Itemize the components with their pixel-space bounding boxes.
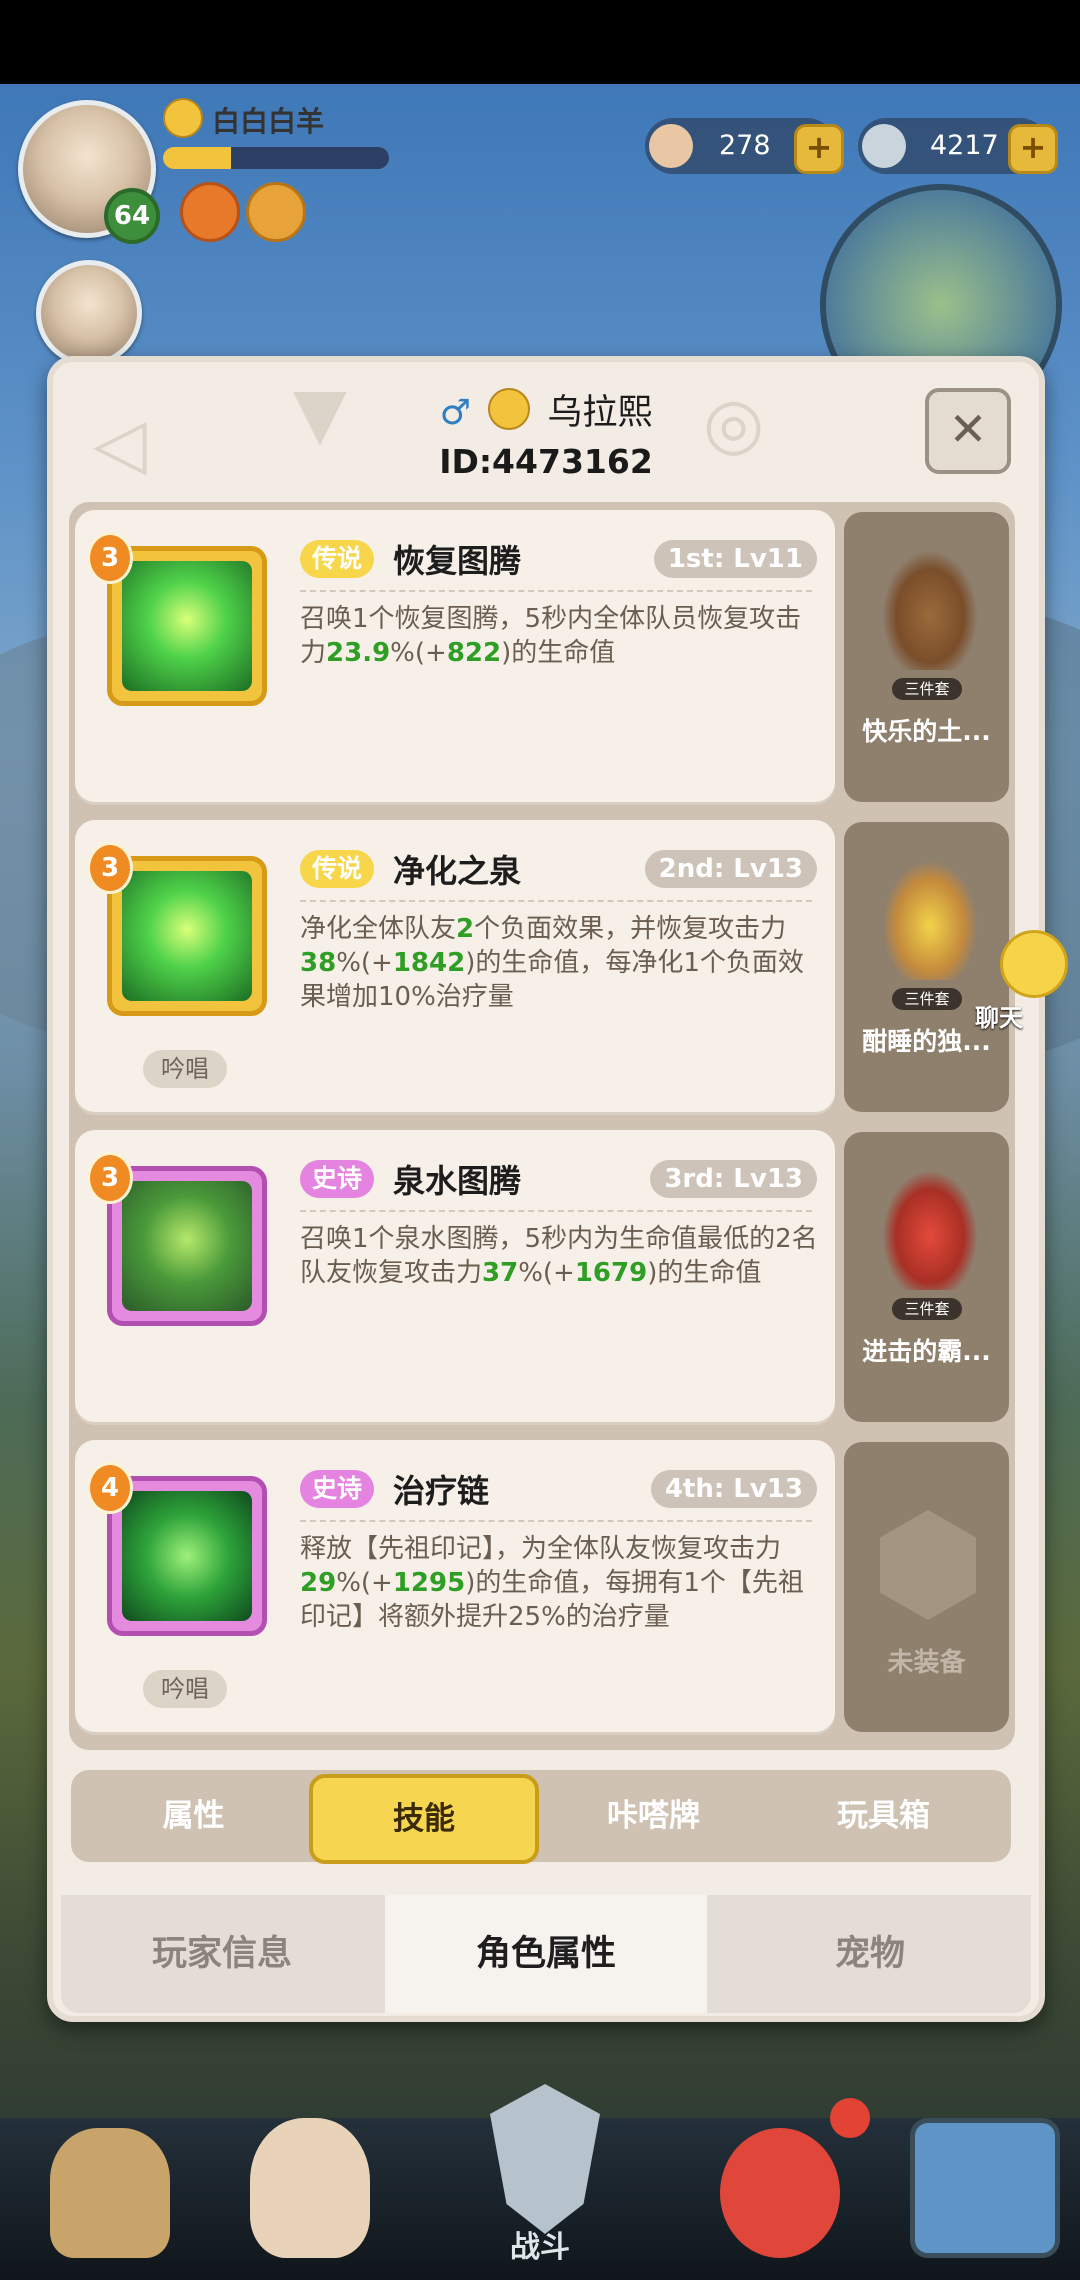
battle-shield-icon <box>490 2084 600 2234</box>
skill-slot-level: 4th: Lv13 <box>650 1470 817 1508</box>
skill-description: 净化全体队友2个负面效果，并恢复攻击力38%(+1842)的生命值，每净化1个负… <box>300 914 804 1012</box>
chat-label: 聊天 <box>975 1004 1023 1032</box>
equipment-set-slot[interactable]: 三件套 快乐的土... <box>844 512 1009 802</box>
tab-skills[interactable]: 技能 <box>309 1774 539 1864</box>
unequipped-label: 未装备 <box>887 1648 966 1678</box>
shell-icon <box>649 124 693 168</box>
skill-slot-level: 1st: Lv11 <box>653 540 817 578</box>
set-name: 快乐的土... <box>862 717 991 746</box>
chant-tag: 吟唱 <box>143 1670 227 1708</box>
player-level-badge: 64 <box>104 188 160 244</box>
add-shell-button[interactable]: + <box>794 124 844 174</box>
notification-bell-icon <box>830 2098 870 2138</box>
hero-portrait-icon <box>50 2128 170 2258</box>
skill-description: 召唤1个泉水图腾，5秒内为生命值最低的2名队友恢复攻击力37%(+1679)的生… <box>300 1224 818 1288</box>
skill-description: 召唤1个恢复图腾，5秒内全体队员恢复攻击力23.9%(+822)的生命值 <box>300 604 802 668</box>
spring-totem-skill-icon <box>107 1166 267 1326</box>
skill-card[interactable]: 4 史诗 治疗链 4th: Lv13 释放【先祖印记】，为全体队友恢复攻击力29… <box>75 1440 835 1732</box>
rarity-badge: 史诗 <box>300 1160 375 1198</box>
tab-player-info[interactable]: 玩家信息 <box>61 1895 383 2013</box>
skill-rank-badge: 4 <box>87 1462 133 1514</box>
buff-icon-1[interactable] <box>180 182 240 242</box>
tab-pets[interactable]: 宠物 <box>709 1895 1031 2013</box>
rarity-badge: 史诗 <box>300 1470 375 1508</box>
battle-label: 战斗 <box>510 2230 570 2265</box>
skill-rank-badge: 3 <box>87 532 133 584</box>
set-tag: 三件套 <box>892 678 962 700</box>
nav-map[interactable] <box>900 2118 1060 2268</box>
skill-slot-level: 3rd: Lv13 <box>650 1160 817 1198</box>
status-bar <box>0 0 1080 84</box>
skill-rank-badge: 3 <box>87 842 133 894</box>
panel-title: ♂ 乌拉熙 <box>53 384 1039 435</box>
skill-description: 释放【先祖印记】，为全体队友恢复攻击力29%(+1295)的生命值，每拥有1个【… <box>300 1534 804 1632</box>
skill-name: 泉水图腾 <box>393 1162 522 1200</box>
set-tag: 三件套 <box>892 988 962 1010</box>
player-info-panel: ◁ ▼ ◎ ♂ 乌拉熙 ID:4473162 ✕ 3 传说 恢复图腾 1st: … <box>47 356 1045 2022</box>
skill-slot-level: 2nd: Lv13 <box>644 850 817 888</box>
close-button[interactable]: ✕ <box>925 388 1011 474</box>
nav-hero-1[interactable] <box>30 2118 190 2268</box>
monkey-figure-icon <box>882 550 978 670</box>
pearl-count: 4217 <box>930 130 999 161</box>
add-pearl-button[interactable]: + <box>1008 124 1058 174</box>
set-tag: 三件套 <box>892 1298 962 1320</box>
tab-toybox[interactable]: 玩具箱 <box>771 1770 996 1862</box>
equipment-set-slot-empty[interactable]: 未装备 <box>844 1442 1009 1732</box>
purify-spring-skill-icon <box>107 856 267 1016</box>
heal-chain-skill-icon <box>107 1476 267 1636</box>
sub-tab-bar: 属性 技能 咔嗒牌 玩具箱 <box>71 1770 1011 1864</box>
profile-icon <box>163 98 203 138</box>
exp-bar <box>163 147 389 169</box>
dino-figure-icon <box>882 1170 978 1290</box>
skill-name: 治疗链 <box>393 1472 490 1510</box>
pet-icon <box>720 2128 840 2258</box>
profile-face-icon <box>488 388 531 430</box>
map-icon <box>910 2118 1060 2258</box>
skill-rank-badge: 3 <box>87 1152 133 1204</box>
chant-tag: 吟唱 <box>143 1050 227 1088</box>
sleeping-figure-icon <box>882 860 978 980</box>
panel-player-name: 乌拉熙 <box>547 393 653 433</box>
chat-face-icon <box>1000 930 1068 998</box>
restore-totem-skill-icon <box>107 546 267 706</box>
hero-portrait-icon <box>250 2118 370 2258</box>
skill-card[interactable]: 3 传说 净化之泉 2nd: Lv13 净化全体队友2个负面效果，并恢复攻击力3… <box>75 820 835 1112</box>
skill-name: 恢复图腾 <box>393 542 522 580</box>
close-icon: ✕ <box>948 402 988 456</box>
rarity-badge: 传说 <box>300 540 375 578</box>
main-tab-bar: 玩家信息 角色属性 宠物 <box>61 1892 1031 2013</box>
empty-slot-icon <box>880 1510 976 1620</box>
nav-hero-2[interactable] <box>230 2118 390 2268</box>
skill-name: 净化之泉 <box>393 852 522 890</box>
skill-list[interactable]: 3 传说 恢复图腾 1st: Lv11 召唤1个恢复图腾，5秒内全体队员恢复攻击… <box>69 502 1015 1750</box>
teammate-avatar[interactable] <box>36 260 142 366</box>
hud-player-name: 白白白羊 <box>212 105 325 138</box>
tab-attributes[interactable]: 属性 <box>81 1770 306 1862</box>
nav-pet[interactable] <box>700 2098 870 2268</box>
shell-count: 278 <box>719 130 771 161</box>
player-id: ID:4473162 <box>439 442 653 481</box>
equipment-set-slot[interactable]: 三件套 进击的霸... <box>844 1132 1009 1422</box>
skill-card[interactable]: 3 史诗 泉水图腾 3rd: Lv13 召唤1个泉水图腾，5秒内为生命值最低的2… <box>75 1130 835 1422</box>
set-name: 进击的霸... <box>862 1337 991 1366</box>
rarity-badge: 传说 <box>300 850 375 888</box>
pearl-icon <box>862 124 906 168</box>
male-icon: ♂ <box>439 393 472 433</box>
skill-card[interactable]: 3 传说 恢复图腾 1st: Lv11 召唤1个恢复图腾，5秒内全体队员恢复攻击… <box>75 510 835 802</box>
buff-icon-2[interactable] <box>246 182 306 242</box>
tab-character-attributes[interactable]: 角色属性 <box>385 1895 707 2013</box>
tab-cards[interactable]: 咔嗒牌 <box>541 1770 766 1862</box>
